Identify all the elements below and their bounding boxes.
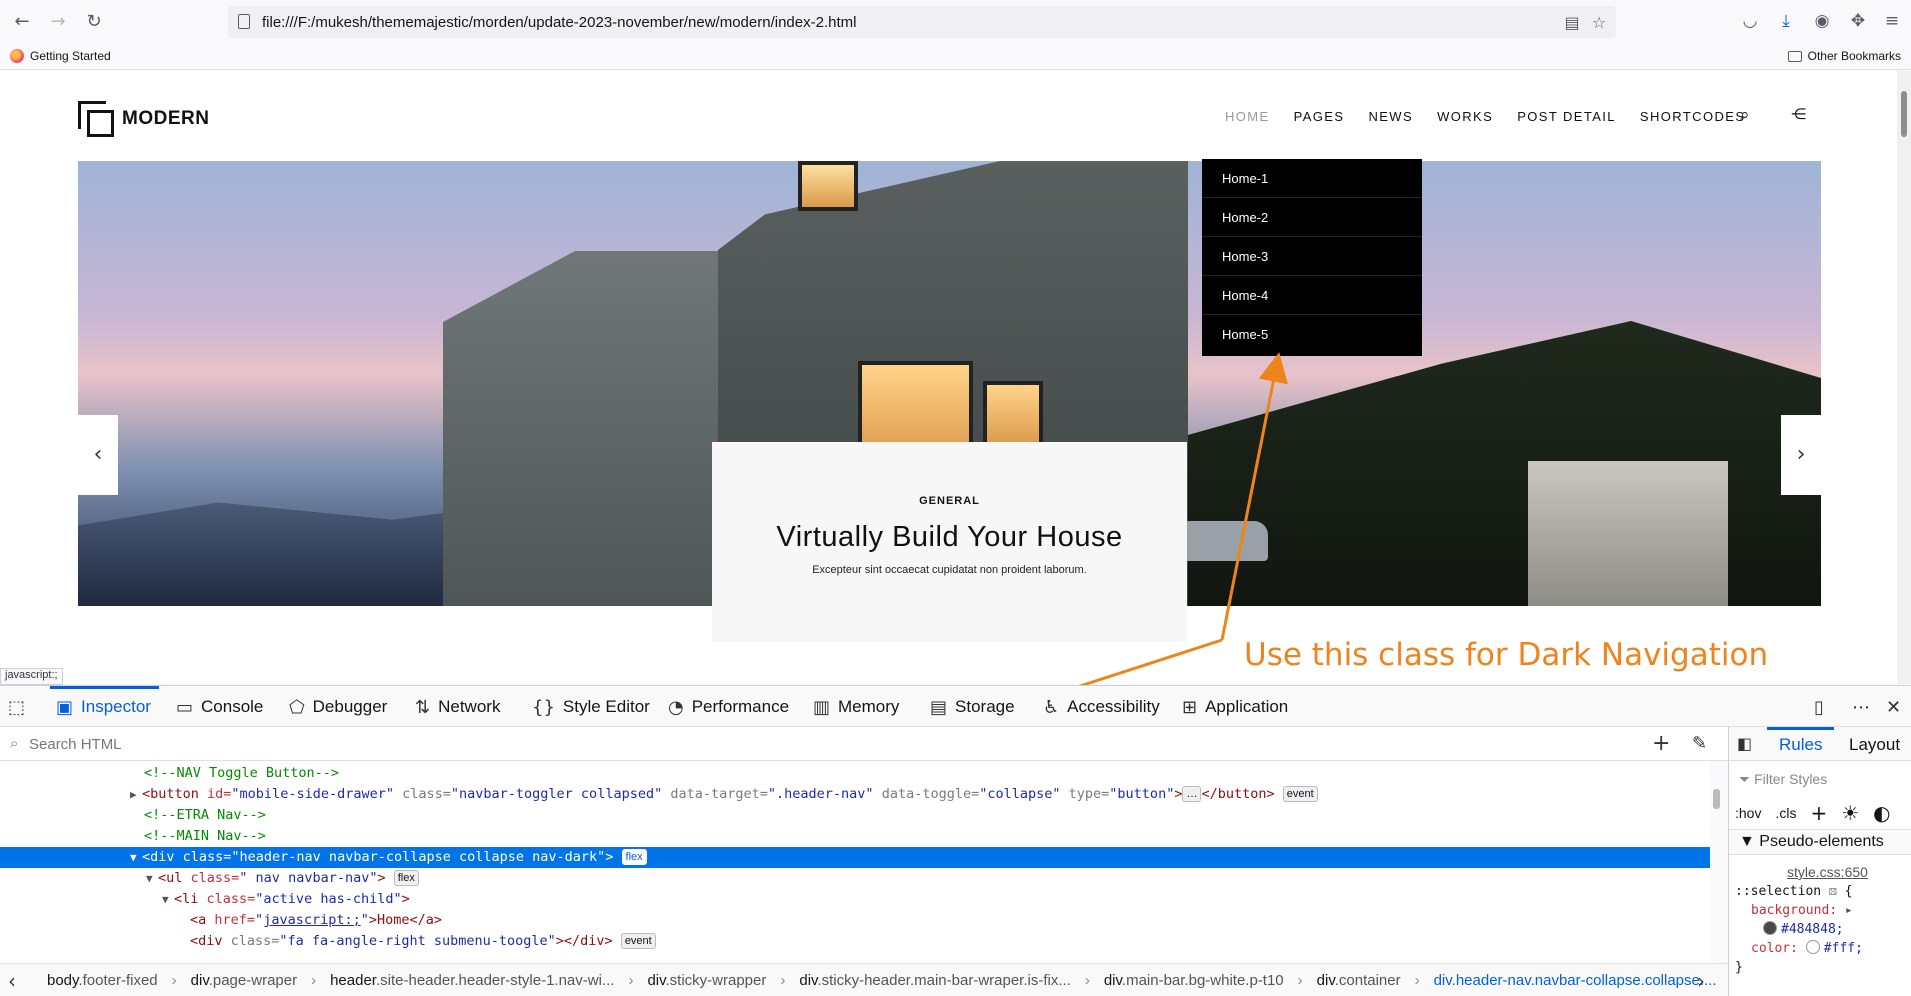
breadcrumb-scroll-right-icon[interactable]: › xyxy=(1697,969,1705,993)
filter-styles-input[interactable]: ⏷ Filter Styles xyxy=(1739,771,1827,788)
expand-arrow-icon: ▼ xyxy=(1739,833,1760,850)
debugger-icon: ⬠ xyxy=(289,696,305,718)
accessibility-icon: ♿ xyxy=(1043,696,1060,718)
add-node-icon[interactable]: + xyxy=(1652,731,1670,756)
storage-icon: ▤ xyxy=(930,696,948,718)
tab-rules[interactable]: Rules xyxy=(1766,727,1836,755)
breadcrumb-item[interactable]: body.footer-fixed › xyxy=(47,972,177,989)
html-line[interactable]: <!--MAIN Nav--> xyxy=(0,826,1710,847)
annotation-text: Use this class for Dark Navigation xyxy=(1244,637,1769,673)
breadcrumb-scroll-left-icon[interactable]: ‹ xyxy=(8,969,16,993)
flex-badge[interactable]: flex xyxy=(393,870,419,886)
network-icon: ⇅ xyxy=(415,696,431,718)
breadcrumb-item[interactable]: header.site-header.header-style-1.nav-wi… xyxy=(330,972,633,989)
cls-button[interactable]: .cls xyxy=(1775,805,1796,821)
color-swatch-icon[interactable] xyxy=(1763,921,1777,935)
element-picker-icon[interactable]: ⬚ xyxy=(8,686,25,728)
console-icon: ▭ xyxy=(176,696,194,718)
style-editor-icon: {} xyxy=(532,696,555,718)
html-line[interactable]: <div class="fa fa-angle-right submenu-to… xyxy=(0,931,1710,952)
flex-badge[interactable]: flex xyxy=(621,849,647,865)
tab-memory[interactable]: ▥ Memory xyxy=(813,686,899,728)
breadcrumb-item[interactable]: div.main-bar.bg-white.p-t10 › xyxy=(1104,972,1303,989)
event-badge[interactable]: event xyxy=(620,933,656,949)
tab-network[interactable]: ⇅ Network xyxy=(415,686,500,728)
light-mode-icon[interactable]: ☀ xyxy=(1841,801,1859,825)
html-line[interactable]: <!--ETRA Nav--> xyxy=(0,805,1710,826)
breadcrumb-item[interactable]: div.sticky-wrapper › xyxy=(647,972,785,989)
devtools-tabbar: ⬚ ▣ Inspector ▭ Console ⬠ Debugger ⇅ Network… xyxy=(0,685,1911,727)
html-line[interactable]: ▼ <li class="active has-child"> xyxy=(0,889,1710,910)
rule-declaration[interactable]: background: ▸ xyxy=(1735,901,1868,920)
rule-source-link[interactable]: style.css:650 xyxy=(1735,863,1868,882)
tab-accessibility[interactable]: ♿ Accessibility xyxy=(1043,686,1160,728)
add-rule-icon[interactable]: + xyxy=(1810,801,1827,825)
tab-layout[interactable]: Layout xyxy=(1849,735,1900,755)
more-options-icon[interactable]: ⋯ xyxy=(1852,686,1870,728)
tab-style-editor[interactable]: {} Style Editor xyxy=(532,686,650,728)
tab-debugger[interactable]: ⬠ Debugger xyxy=(289,686,387,728)
html-line[interactable]: <!--NAV Toggle Button--> xyxy=(0,763,1710,784)
breadcrumb-item-selected[interactable]: div.header-nav.navbar-collapse.collapse.… xyxy=(1434,972,1717,989)
html-line[interactable]: ▼ <ul class=" nav navbar-nav"> flex xyxy=(0,868,1710,889)
rule-declaration[interactable]: color: #fff; xyxy=(1735,939,1868,958)
status-url: javascript:; xyxy=(0,668,63,685)
html-line[interactable]: ▶ <button id="mobile-side-drawer" class="… xyxy=(0,784,1710,805)
tab-inspector[interactable]: ▣ Inspector xyxy=(50,686,159,728)
tab-console[interactable]: ▭ Console xyxy=(176,686,263,728)
breadcrumb-item[interactable]: div.sticky-header.main-bar-wraper.is-fix… xyxy=(799,972,1089,989)
rules-toolbar: :hov .cls + ☀ ◐ xyxy=(1735,801,1891,825)
eyedropper-icon[interactable]: ✎ xyxy=(1692,733,1707,754)
filter-icon: ⏷ xyxy=(1739,771,1755,787)
toggle-sidebar-icon[interactable]: ◧ xyxy=(1737,734,1752,753)
breadcrumb-item[interactable]: div.container › xyxy=(1317,972,1420,989)
rules-pane: ◧ Rules Layout ⏷ Filter Styles :hov .cls… xyxy=(1728,727,1911,996)
dark-mode-icon[interactable]: ◐ xyxy=(1873,801,1890,825)
search-html-bar: ⌕ Search HTML + ✎ xyxy=(0,727,1728,761)
html-line-selected[interactable]: ▼ <div class="header-nav navbar-collapse … xyxy=(0,847,1710,868)
html-tree: <!--NAV Toggle Button--> ▶ <button id="mo… xyxy=(0,761,1710,963)
color-swatch-icon[interactable] xyxy=(1805,940,1820,954)
css-rule: style.css:650 ::selection ⚄ { background… xyxy=(1735,863,1868,977)
search-icon: ⌕ xyxy=(10,734,19,752)
search-html-input[interactable]: Search HTML xyxy=(29,736,122,753)
inspector-icon: ▣ xyxy=(56,696,74,718)
tab-performance[interactable]: ◔ Performance xyxy=(668,686,789,728)
breadcrumb-item[interactable]: div.page-wraper › xyxy=(191,972,316,989)
rule-selector[interactable]: ::selection ⚄ { xyxy=(1735,882,1868,901)
hov-button[interactable]: :hov xyxy=(1735,805,1761,821)
event-badge[interactable]: event xyxy=(1282,786,1318,802)
application-icon: ⊞ xyxy=(1182,696,1198,718)
rules-tabbar: ◧ Rules Layout xyxy=(1729,727,1911,761)
memory-icon: ▥ xyxy=(813,696,831,718)
close-devtools-icon[interactable]: ✕ xyxy=(1886,686,1901,728)
tab-application[interactable]: ⊞ Application xyxy=(1182,686,1288,728)
responsive-mode-icon[interactable]: ▯ xyxy=(1814,686,1824,728)
rule-value[interactable]: #484848; xyxy=(1735,920,1868,939)
breadcrumb: ‹ body.footer-fixed › div.page-wraper › he… xyxy=(0,963,1728,996)
rule-close-brace: } xyxy=(1735,960,1743,975)
html-line[interactable]: <a href="javascript:;">Home</a> xyxy=(0,910,1710,931)
pseudo-elements-header[interactable]: ▼ Pseudo-elements xyxy=(1729,829,1911,855)
tab-storage[interactable]: ▤ Storage xyxy=(930,686,1015,728)
html-scrollbar[interactable] xyxy=(1710,783,1722,963)
performance-icon: ◔ xyxy=(668,696,684,718)
